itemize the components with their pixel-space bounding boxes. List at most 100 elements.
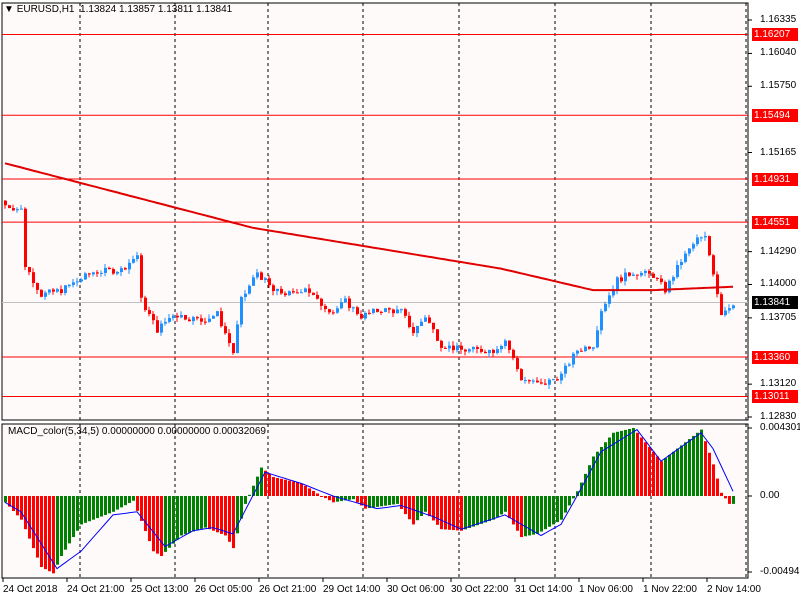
macd-histogram-bar (704, 441, 707, 496)
macd-histogram-bar (172, 496, 175, 544)
macd-histogram-bar (280, 478, 283, 496)
time-axis-label: 31 Oct 14:00 (515, 584, 573, 595)
macd-histogram-bar (364, 496, 367, 509)
bull-candle (472, 347, 475, 350)
macd-histogram-bar (428, 496, 431, 517)
macd-histogram-bar (220, 496, 223, 534)
price-axis-label: 1.15165 (760, 146, 797, 158)
macd-histogram-bar (108, 496, 111, 514)
macd-histogram-bar (680, 445, 683, 496)
bear-candle (464, 349, 467, 352)
bull-candle (564, 365, 567, 374)
price-axis-label: 1.16335 (760, 14, 797, 25)
macd-histogram-bar (320, 496, 323, 497)
macd-histogram-bar (208, 496, 211, 530)
macd-histogram-bar (80, 496, 83, 525)
bear-candle (412, 326, 415, 334)
macd-histogram-bar (164, 496, 167, 552)
macd-histogram-bar (288, 480, 291, 496)
price-chart[interactable] (0, 0, 800, 600)
macd-histogram-bar (648, 446, 651, 496)
macd-histogram-bar (568, 496, 571, 506)
macd-histogram-bar (356, 496, 359, 503)
macd-axis-label: 0.004301 (760, 422, 800, 433)
macd-histogram-bar (708, 452, 711, 496)
bull-candle (424, 317, 427, 322)
macd-histogram-bar (268, 473, 271, 496)
macd-histogram-bar (540, 496, 543, 532)
bear-candle (520, 369, 523, 381)
macd-histogram-bar (100, 496, 103, 517)
macd-histogram-bar (348, 496, 351, 500)
macd-histogram-bar (312, 490, 315, 496)
macd-histogram-bar (64, 496, 67, 550)
bear-candle (408, 315, 411, 327)
bull-candle (596, 330, 599, 348)
bull-candle (276, 288, 279, 292)
macd-histogram-bar (560, 496, 563, 520)
macd-histogram-bar (692, 435, 695, 496)
bear-candle (156, 320, 159, 333)
symbol-label: EURUSD,H1 (16, 4, 75, 15)
macd-histogram-bar (308, 488, 311, 496)
bear-candle (4, 200, 7, 206)
bear-candle (188, 319, 191, 322)
bear-candle (404, 309, 407, 316)
macd-histogram-bar (228, 496, 231, 542)
macd-histogram-bar (392, 496, 395, 505)
bull-candle (248, 285, 251, 294)
bull-candle (576, 350, 579, 354)
macd-histogram-bar (40, 496, 43, 568)
macd-histogram-bar (56, 496, 59, 565)
macd-histogram-bar (176, 496, 179, 540)
bull-candle (416, 325, 419, 334)
bull-candle (128, 262, 131, 270)
bull-candle (104, 267, 107, 273)
current-price-tag: 1.13841 (752, 296, 798, 310)
macd-histogram-bar (104, 496, 107, 515)
macd-histogram-bar (476, 496, 479, 526)
macd-histogram-bar (112, 496, 115, 512)
bull-candle (688, 248, 691, 254)
macd-histogram-bar (72, 496, 75, 538)
macd-histogram-bar (664, 458, 667, 496)
dropdown-arrow-icon[interactable]: ▼ (4, 4, 14, 15)
bull-candle (264, 278, 267, 280)
macd-histogram-bar (248, 494, 251, 496)
macd-histogram-bar (604, 442, 607, 496)
bull-candle (732, 305, 735, 309)
bull-candle (304, 288, 307, 293)
bull-candle (364, 312, 367, 319)
macd-histogram-bar (484, 496, 487, 523)
macd-histogram-bar (76, 496, 79, 531)
bull-candle (600, 311, 603, 331)
bull-candle (400, 309, 403, 311)
macd-histogram-bar (500, 496, 503, 515)
bull-candle (552, 379, 555, 381)
bear-candle (36, 283, 39, 290)
macd-histogram-bar (304, 485, 307, 496)
bull-candle (160, 323, 163, 333)
bull-candle (524, 380, 527, 382)
bear-candle (436, 329, 439, 341)
macd-histogram-bar (24, 496, 27, 530)
macd-histogram-bar (20, 496, 23, 520)
bear-candle (24, 208, 27, 268)
bear-candle (284, 293, 287, 296)
bear-candle (268, 278, 271, 286)
bull-candle (72, 282, 75, 285)
bull-candle (76, 281, 79, 283)
bear-candle (492, 349, 495, 353)
macd-histogram-bar (12, 496, 15, 511)
macd-histogram-bar (404, 496, 407, 515)
time-axis-label: 25 Oct 13:00 (131, 584, 189, 595)
macd-histogram-bar (212, 496, 215, 531)
macd-histogram-bar (200, 496, 203, 529)
macd-histogram-bar (496, 496, 499, 518)
bear-candle (480, 348, 483, 352)
bull-candle (488, 349, 491, 354)
bear-candle (260, 272, 263, 280)
macd-histogram-bar (416, 496, 419, 521)
macd-histogram-bar (16, 496, 19, 516)
bear-candle (432, 322, 435, 330)
